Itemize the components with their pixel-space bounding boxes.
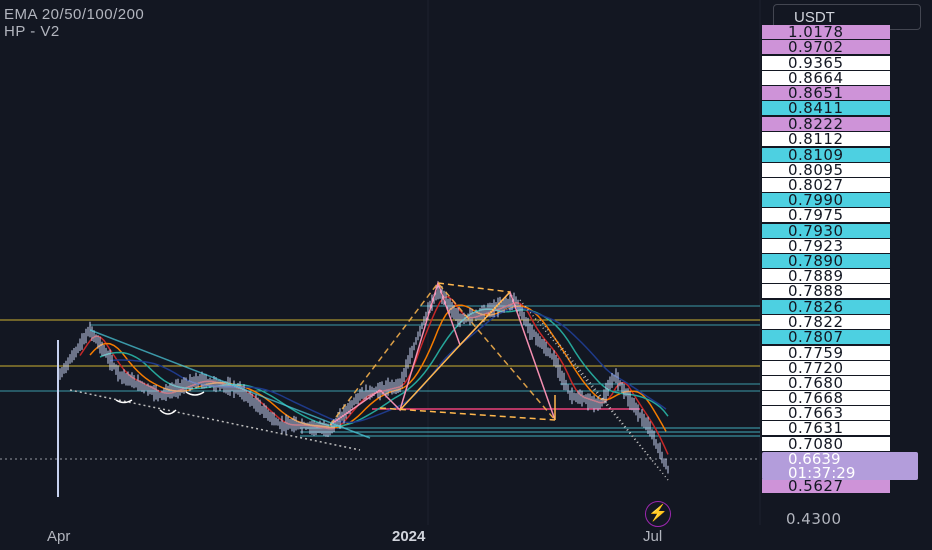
price-level-label: 0.8411 — [762, 101, 890, 116]
price-level-label: 0.7807 — [762, 330, 890, 345]
price-level-label: 0.8664 — [762, 71, 890, 86]
price-level-label: 0.8651 — [762, 86, 890, 101]
harmonic-patterns — [69, 280, 669, 481]
price-level-label: 0.8095 — [762, 163, 890, 178]
price-level-label: 0.8222 — [762, 117, 890, 132]
price-level-label: 0.9702 — [762, 40, 890, 55]
price-level-label: 0.7631 — [762, 421, 890, 436]
legend-hp[interactable]: HP - V2 — [4, 23, 144, 40]
time-tick-2024: 2024 — [392, 528, 426, 545]
price-level-label: 0.9365 — [762, 56, 890, 71]
price-level-label: 1.0178 — [762, 25, 890, 40]
price-level-label: 0.7680 — [762, 376, 890, 391]
bar-countdown: 01:37:29 — [788, 464, 856, 482]
price-level-label: 0.7890 — [762, 254, 890, 269]
price-level-label: 0.7923 — [762, 239, 890, 254]
legend-ema[interactable]: EMA 20/50/100/200 — [4, 6, 144, 23]
price-level-label: 0.7663 — [762, 406, 890, 421]
time-tick-apr: Apr — [47, 528, 71, 545]
ema-line — [89, 304, 667, 432]
price-level-label: 0.7080 — [762, 437, 890, 452]
lightning-icon[interactable]: ⚡ — [645, 501, 671, 527]
price-level-label: 0.7668 — [762, 391, 890, 406]
time-tick-jul: Jul — [643, 528, 663, 545]
price-level-label: 0.7930 — [762, 224, 890, 239]
price-level-label: 0.8109 — [762, 148, 890, 163]
price-level-label: 0.7826 — [762, 300, 890, 315]
indicator-legend: EMA 20/50/100/200 HP - V2 — [4, 6, 144, 40]
price-level-label: 0.7975 — [762, 208, 890, 223]
price-level-label: 0.8112 — [762, 132, 890, 147]
price-level-label: 0.7720 — [762, 361, 890, 376]
axis-price-tick: 0.4300 — [786, 510, 842, 528]
price-level-label: 0.7889 — [762, 269, 890, 284]
last-price-label: 0.6639 01:37:29 — [762, 452, 918, 482]
grid — [427, 0, 761, 525]
price-level-label: 0.7888 — [762, 284, 890, 299]
price-level-label: 0.7759 — [762, 346, 890, 361]
candles — [59, 281, 669, 474]
price-level-label: 0.7822 — [762, 315, 890, 330]
price-level-label: 0.8027 — [762, 178, 890, 193]
price-level-label: 0.7990 — [762, 193, 890, 208]
